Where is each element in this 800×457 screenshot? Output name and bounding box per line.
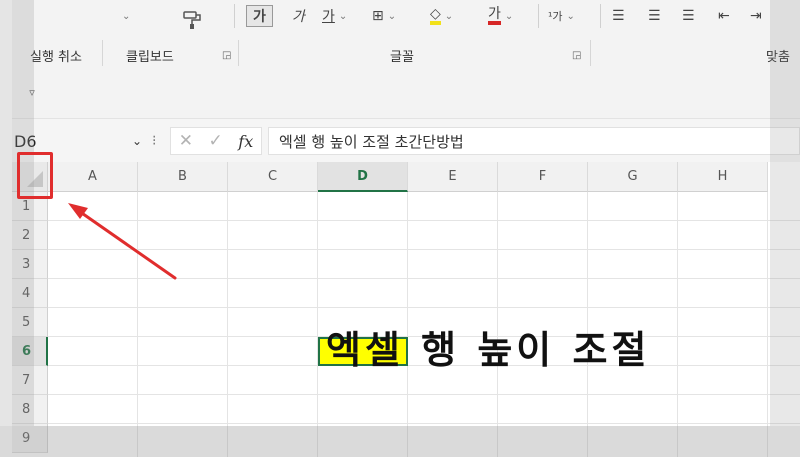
font-color-icon: 가 [488, 7, 501, 25]
grid-line [48, 220, 800, 221]
grid-line [767, 192, 768, 457]
chevron-down-icon: ⌄ [566, 10, 575, 22]
grid-line [587, 192, 588, 457]
grid-line [48, 307, 800, 308]
fill-color-button[interactable]: ◇ ⌄ [430, 4, 453, 28]
formula-input-value: 엑셀 행 높이 조절 초간단방법 [279, 132, 464, 151]
grid-line [48, 423, 800, 424]
chevron-down-icon: ⌄ [504, 10, 514, 22]
italic-button[interactable]: 가 [292, 4, 305, 28]
clipboard-dropdown[interactable]: ⌄ [122, 4, 130, 28]
increase-indent-icon: ⇥ [750, 8, 762, 24]
formula-bar: D6 ⌄ ⁝ ✕ ✓ fx 엑셀 행 높이 조절 초간단방법 [12, 118, 800, 164]
grid-line [48, 394, 800, 395]
column-header-d[interactable]: D [318, 162, 408, 192]
align-right-icon: ☰ [682, 8, 695, 24]
enter-icon[interactable]: ✓ [209, 131, 223, 151]
spreadsheet-grid: A B C D E F G H 1 2 3 4 5 6 7 8 9 엑셀 행 높… [12, 162, 800, 457]
fill-color-icon: ◇ [430, 7, 441, 25]
underline-button[interactable]: 가 ⌄ [322, 4, 347, 28]
grid-line [407, 192, 408, 457]
screenshot-edge-right [770, 0, 800, 426]
screenshot-edge-left [0, 0, 34, 426]
increase-indent-button[interactable]: ⇥ [750, 4, 762, 28]
insert-function-icon[interactable]: fx [238, 132, 253, 151]
clipboard-launcher-icon[interactable]: ◲ [222, 50, 231, 61]
cell-area[interactable]: 엑셀 행 높이 조절 [48, 192, 800, 457]
align-center-icon: ☰ [648, 8, 661, 24]
group-divider [102, 40, 103, 66]
column-header-f[interactable]: F [498, 162, 588, 192]
cancel-icon[interactable]: ✕ [179, 131, 193, 151]
column-header-e[interactable]: E [408, 162, 498, 192]
column-header-h[interactable]: H [678, 162, 768, 192]
group-divider [590, 40, 591, 66]
grid-line [48, 278, 800, 279]
italic-icon: 가 [292, 9, 305, 25]
border-icon: ⊞ [372, 8, 384, 24]
column-header-g[interactable]: G [588, 162, 678, 192]
align-left-icon: ☰ [612, 8, 625, 24]
column-header-a[interactable]: A [48, 162, 138, 192]
group-label-undo: 실행 취소 [30, 50, 82, 65]
screenshot-edge-bottom [0, 426, 800, 457]
more-options-icon[interactable]: ⁝ [152, 133, 156, 149]
formula-actions: ✕ ✓ fx [170, 127, 262, 155]
format-painter-button[interactable] [182, 8, 204, 32]
column-header-b[interactable]: B [138, 162, 228, 192]
decrease-indent-button[interactable]: ⇤ [718, 4, 730, 28]
grid-line [227, 192, 228, 457]
ribbon-separator [234, 4, 235, 28]
chevron-down-icon[interactable]: ⌄ [132, 134, 142, 148]
decrease-indent-icon: ⇤ [718, 8, 730, 24]
bold-button[interactable]: 가 [246, 4, 273, 28]
ribbon-separator [600, 4, 601, 28]
column-header-c[interactable]: C [228, 162, 318, 192]
underline-icon: 가 [322, 9, 335, 25]
chevron-down-icon: ⌄ [338, 10, 348, 22]
phonetic-icon: ¹가 [548, 10, 563, 23]
annotation-highlight-box [17, 152, 53, 199]
chevron-down-icon: ⌄ [387, 10, 397, 22]
ribbon: ⌄ 가 가 가 ⌄ ⊞ ⌄ ◇ ⌄ 가 ⌄ ¹가 ⌄ ☰ ☰ ☰ ⇤ ⇥ 실행 취소 클 [12, 0, 800, 71]
grid-line [137, 192, 138, 457]
formula-input[interactable]: 엑셀 행 높이 조절 초간단방법 [268, 127, 800, 155]
ribbon-toolbar: ⌄ 가 가 가 ⌄ ⊞ ⌄ ◇ ⌄ 가 ⌄ ¹가 ⌄ ☰ ☰ ☰ ⇤ ⇥ [12, 0, 800, 40]
grid-line [317, 192, 318, 457]
grid-line [677, 192, 678, 457]
bold-icon: 가 [246, 5, 273, 27]
grid-line [497, 192, 498, 457]
cell-d6-text: 엑셀 행 높이 조절 [326, 328, 651, 372]
border-button[interactable]: ⊞ ⌄ [372, 4, 396, 28]
phonetic-button[interactable]: ¹가 ⌄ [548, 4, 575, 28]
group-label-clipboard: 클립보드 [126, 50, 174, 65]
align-left-button[interactable]: ☰ [612, 4, 625, 28]
align-center-button[interactable]: ☰ [648, 4, 661, 28]
quick-access-toolbar: ▿ [12, 70, 800, 118]
chevron-down-icon: ⌄ [122, 10, 131, 22]
group-label-font: 글꼴 [390, 50, 414, 65]
ribbon-separator [538, 4, 539, 28]
font-launcher-icon[interactable]: ◲ [572, 50, 581, 61]
align-right-button[interactable]: ☰ [682, 4, 695, 28]
group-divider [238, 40, 239, 66]
chevron-down-icon: ⌄ [444, 10, 454, 22]
format-painter-icon [183, 11, 201, 29]
font-color-button[interactable]: 가 ⌄ [488, 4, 513, 28]
grid-line [48, 249, 800, 250]
